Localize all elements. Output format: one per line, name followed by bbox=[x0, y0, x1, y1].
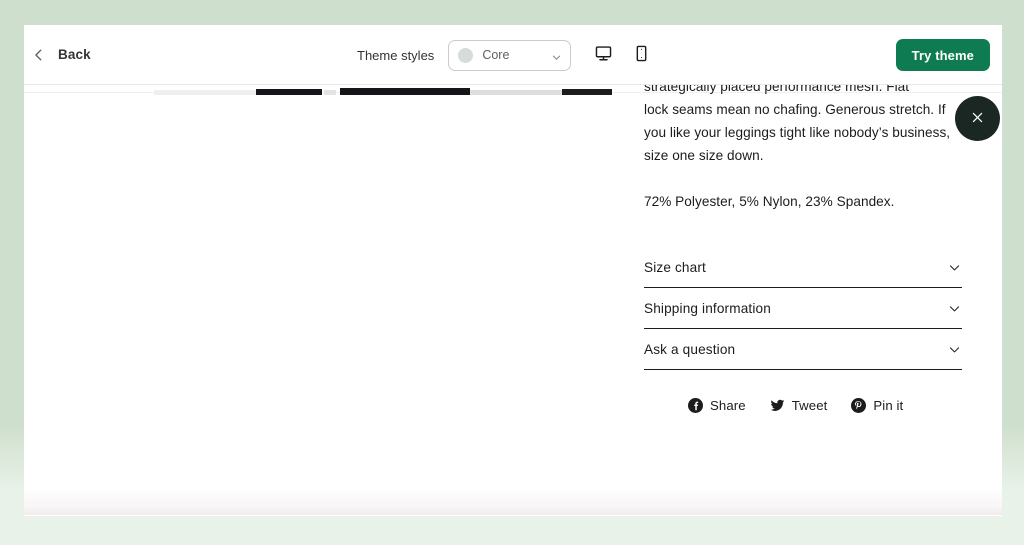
storefront-viewport: strategically placed performance mesh. F… bbox=[24, 85, 1002, 515]
chevron-left-icon bbox=[32, 48, 46, 62]
back-button-label: Back bbox=[58, 47, 91, 62]
product-thumbnail[interactable] bbox=[256, 85, 322, 95]
accordion-toggle-ask-a-question[interactable]: Ask a question bbox=[644, 329, 962, 369]
product-thumbnail[interactable] bbox=[154, 85, 256, 95]
accordion-item-ask-a-question: Ask a question bbox=[644, 329, 962, 370]
chevron-down-icon bbox=[948, 343, 961, 356]
preview-close-button[interactable] bbox=[955, 96, 1000, 141]
product-accordion: Size chart Shipping information Ask a qu… bbox=[644, 247, 962, 370]
twitter-icon bbox=[770, 398, 785, 413]
facebook-icon bbox=[688, 398, 703, 413]
device-toggle-mobile[interactable] bbox=[626, 40, 656, 70]
product-description: strategically placed performance mesh. F… bbox=[644, 85, 962, 213]
product-thumbnail[interactable] bbox=[562, 85, 612, 95]
share-label: Share bbox=[710, 398, 746, 413]
description-paragraph-1: lock seams mean no chafing. Generous str… bbox=[644, 102, 951, 163]
try-theme-button[interactable]: Try theme bbox=[895, 39, 990, 71]
chevron-down-icon bbox=[948, 302, 961, 315]
product-info-column: strategically placed performance mesh. F… bbox=[644, 85, 962, 413]
chevron-down-icon bbox=[551, 50, 562, 61]
product-thumbnail[interactable] bbox=[340, 85, 470, 95]
product-thumbnail[interactable] bbox=[324, 85, 336, 95]
style-color-swatch bbox=[458, 47, 474, 63]
accordion-item-size-chart: Size chart bbox=[644, 247, 962, 288]
share-twitter-link[interactable]: Tweet bbox=[770, 398, 828, 413]
viewport-bottom-fade bbox=[24, 489, 1002, 515]
chevron-down-icon bbox=[948, 261, 961, 274]
description-clipped-line: strategically placed performance mesh. F… bbox=[644, 85, 910, 94]
accordion-title: Shipping information bbox=[644, 301, 771, 316]
close-x-icon bbox=[969, 109, 986, 129]
theme-preview-window: Back Theme styles Core Try theme strateg… bbox=[24, 25, 1002, 516]
theme-style-select[interactable]: Core bbox=[448, 39, 572, 71]
accordion-title: Ask a question bbox=[644, 342, 736, 357]
accordion-toggle-shipping-information[interactable]: Shipping information bbox=[644, 288, 962, 328]
style-select-value: Core bbox=[482, 48, 510, 62]
share-label: Tweet bbox=[791, 398, 828, 413]
back-button[interactable]: Back bbox=[24, 41, 101, 68]
accordion-toggle-size-chart[interactable]: Size chart bbox=[644, 247, 962, 287]
accordion-title: Size chart bbox=[644, 260, 706, 275]
social-share-row: Share Tweet Pin it bbox=[644, 398, 962, 413]
description-material-composition: 72% Polyester, 5% Nylon, 23% Spandex. bbox=[644, 194, 895, 209]
desktop-monitor-icon bbox=[594, 44, 613, 66]
share-pinterest-link[interactable]: Pin it bbox=[851, 398, 903, 413]
toolbar-center-group: Theme styles Core bbox=[357, 25, 656, 85]
share-label: Pin it bbox=[873, 398, 904, 413]
mobile-phone-icon bbox=[632, 44, 651, 66]
accordion-item-shipping-information: Shipping information bbox=[644, 288, 962, 329]
device-toggle-desktop[interactable] bbox=[588, 40, 618, 70]
theme-styles-label: Theme styles bbox=[357, 47, 435, 63]
device-toggle-group bbox=[588, 40, 656, 70]
share-facebook-link[interactable]: Share bbox=[688, 398, 746, 413]
preview-toolbar: Back Theme styles Core Try theme bbox=[24, 25, 1002, 85]
pinterest-icon bbox=[851, 398, 867, 413]
